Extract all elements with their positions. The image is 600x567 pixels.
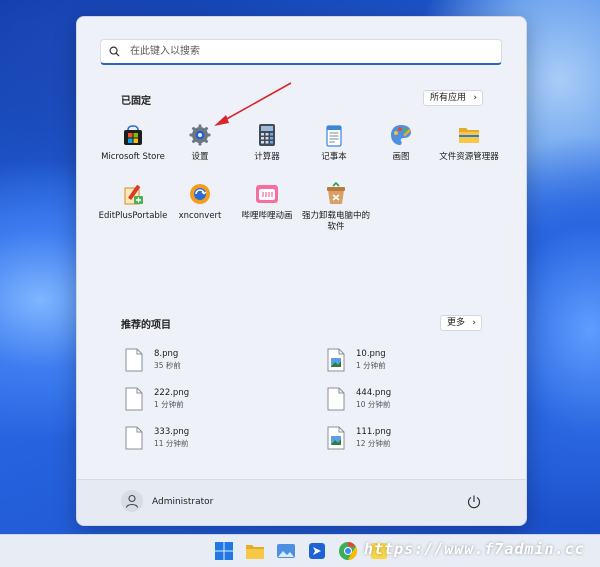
pinned-title: 已固定 [121, 96, 151, 107]
search-input[interactable] [128, 45, 472, 58]
photos-taskbar-icon[interactable] [275, 540, 297, 562]
uninstall-icon [324, 181, 348, 206]
recommended-item[interactable]: 10.png 1 分钟前 [326, 348, 516, 378]
image-file-icon [327, 348, 345, 372]
app-label: 强力卸载电脑中的软件 [301, 211, 370, 232]
more-button[interactable]: 更多 › [440, 315, 483, 331]
bilibili-icon [255, 182, 279, 206]
app-label: 文件资源管理器 [439, 152, 499, 162]
gear-icon [188, 123, 212, 147]
pinned-app-xnconvert[interactable]: xnconvert [165, 182, 235, 222]
pinned-app-notepad[interactable]: 记事本 [299, 123, 369, 163]
file-name: 444.png [356, 388, 392, 398]
folder-icon [457, 123, 481, 147]
search-icon [109, 46, 120, 57]
app-label: 设置 [191, 152, 209, 162]
blank-file-icon [125, 426, 143, 450]
start-menu: 已固定 所有应用 › Microsoft Store [76, 16, 527, 526]
file-explorer-taskbar-icon[interactable] [244, 540, 266, 562]
file-name: 222.png [154, 388, 190, 398]
pinned-app-editplus[interactable]: EditPlusPortable [98, 182, 168, 222]
paint-icon [389, 123, 413, 147]
file-name: 111.png [356, 427, 392, 437]
calculator-icon [255, 123, 279, 147]
watermark-text: https://www.f7admin.cc [364, 540, 585, 558]
blank-file-icon [125, 387, 143, 411]
file-time: 35 秒前 [154, 361, 181, 370]
start-menu-footer: Administrator [77, 479, 526, 525]
recommended-title: 推荐的项目 [121, 320, 171, 331]
file-name: 333.png [154, 427, 190, 437]
file-time: 12 分钟前 [356, 439, 391, 448]
pinned-app-bilibili[interactable]: 哔哩哔哩动画 [232, 182, 302, 222]
search-box[interactable] [100, 39, 502, 65]
app-label: 记事本 [321, 152, 347, 162]
app-label: 计算器 [254, 152, 280, 162]
app-label: 哔哩哔哩动画 [241, 211, 293, 221]
windows-start-icon[interactable] [213, 540, 235, 562]
pinned-app-uninstaller[interactable]: 强力卸载电脑中的软件 [299, 181, 373, 233]
pinned-app-file-explorer[interactable]: 文件资源管理器 [434, 123, 504, 163]
pinned-app-settings[interactable]: 设置 [165, 123, 235, 163]
recommended-item[interactable]: 333.png 11 分钟前 [124, 426, 314, 456]
avatar[interactable] [121, 490, 143, 512]
recommended-item[interactable]: 222.png 1 分钟前 [124, 387, 314, 417]
app-label: Microsoft Store [101, 152, 165, 162]
chevron-right-icon: › [472, 318, 477, 328]
feishu-taskbar-icon[interactable] [306, 540, 328, 562]
all-apps-label: 所有应用 [430, 93, 467, 103]
blank-file-icon [327, 387, 345, 411]
recommended-item[interactable]: 111.png 12 分钟前 [326, 426, 516, 456]
app-label: 画图 [392, 152, 410, 162]
more-label: 更多 [447, 318, 466, 328]
file-time: 10 分钟前 [356, 400, 391, 409]
app-label: EditPlusPortable [98, 211, 168, 221]
file-time: 1 分钟前 [154, 400, 184, 409]
chevron-right-icon: › [473, 93, 478, 103]
app-label: xnconvert [178, 211, 222, 221]
image-file-icon [327, 426, 345, 450]
file-name: 10.png [356, 349, 386, 359]
pinned-app-calculator[interactable]: 计算器 [232, 123, 302, 163]
recommended-item[interactable]: 8.png 35 秒前 [124, 348, 314, 378]
xnconvert-icon [188, 182, 212, 206]
blank-file-icon [125, 348, 143, 372]
all-apps-button[interactable]: 所有应用 › [423, 90, 484, 106]
recommended-item[interactable]: 444.png 10 分钟前 [326, 387, 516, 417]
pinned-app-paint[interactable]: 画图 [366, 123, 436, 163]
chrome-taskbar-icon[interactable] [337, 540, 359, 562]
pinned-app-microsoft-store[interactable]: Microsoft Store [98, 123, 168, 163]
user-name[interactable]: Administrator [152, 497, 213, 507]
notepad-icon [322, 123, 346, 147]
user-icon [125, 494, 139, 508]
file-time: 1 分钟前 [356, 361, 386, 370]
store-icon [121, 123, 145, 147]
power-icon[interactable] [466, 494, 482, 510]
editplus-icon [121, 182, 145, 206]
file-name: 8.png [154, 349, 179, 359]
file-time: 11 分钟前 [154, 439, 189, 448]
